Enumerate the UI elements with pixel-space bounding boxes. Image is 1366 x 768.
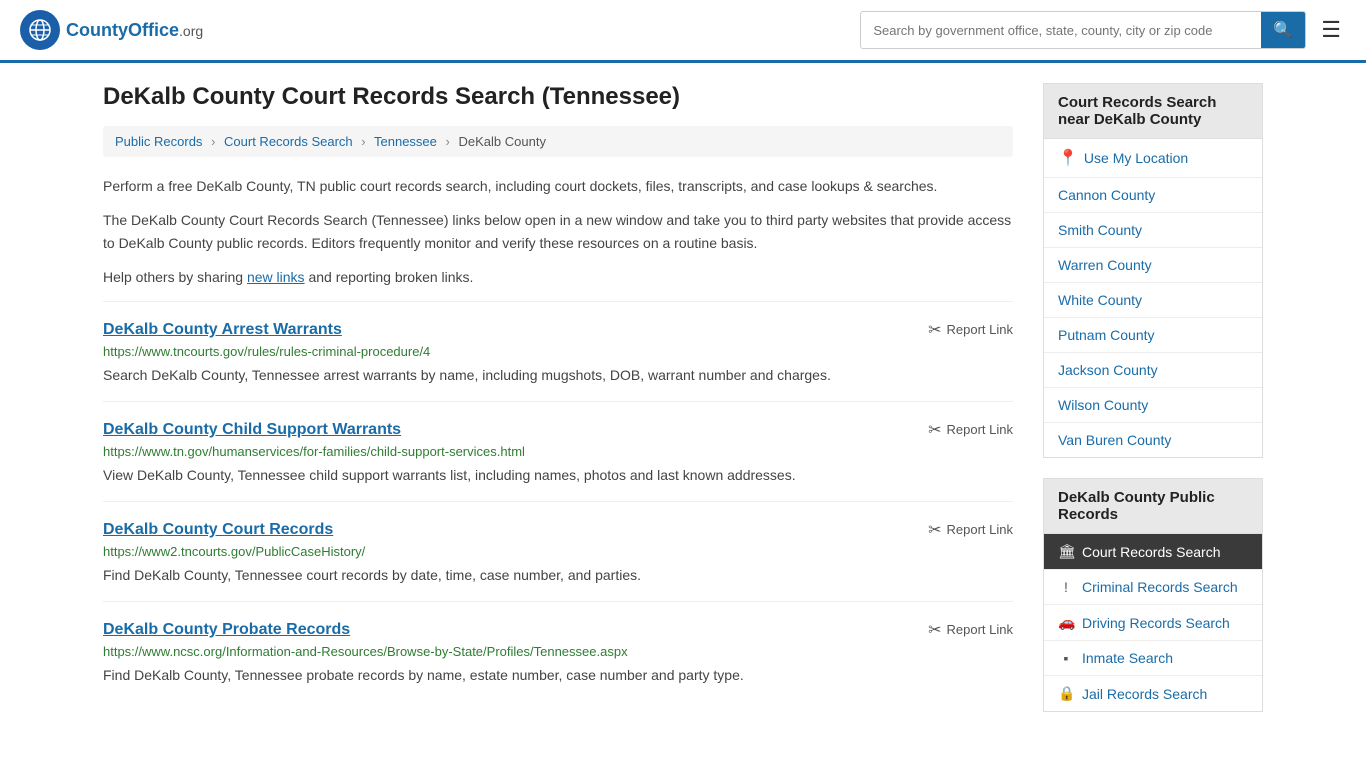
record-type-icon: 🔒 xyxy=(1058,685,1074,702)
logo-text: CountyOffice.org xyxy=(66,20,203,41)
nearby-section: Court Records Search near DeKalb County … xyxy=(1043,83,1263,458)
content-area: DeKalb County Court Records Search (Tenn… xyxy=(103,83,1013,732)
record-entry: DeKalb County Child Support Warrants ✂ R… xyxy=(103,401,1013,501)
record-description: Find DeKalb County, Tennessee probate re… xyxy=(103,665,1013,686)
report-link-button[interactable]: ✂ Report Link xyxy=(928,620,1013,640)
nearby-county-link[interactable]: Putnam County xyxy=(1058,327,1155,343)
nearby-county-item: Warren County xyxy=(1044,248,1262,283)
pin-icon: 📍 xyxy=(1058,148,1078,168)
public-record-link[interactable]: Criminal Records Search xyxy=(1082,579,1238,595)
breadcrumb-court-records-search[interactable]: Court Records Search xyxy=(224,134,353,149)
record-type-icon: 🏛 xyxy=(1058,543,1074,560)
public-record-link[interactable]: Court Records Search xyxy=(1082,544,1221,560)
description-3: Help others by sharing new links and rep… xyxy=(103,266,1013,288)
public-record-item[interactable]: ▪ Inmate Search xyxy=(1044,641,1262,676)
record-entry-header: DeKalb County Child Support Warrants ✂ R… xyxy=(103,420,1013,440)
record-type-icon: ▪ xyxy=(1058,650,1074,666)
search-input[interactable] xyxy=(861,15,1261,46)
menu-button[interactable]: ☰ xyxy=(1316,12,1346,48)
record-description: Find DeKalb County, Tennessee court reco… xyxy=(103,565,1013,586)
use-location-label: Use My Location xyxy=(1084,150,1188,166)
scissors-icon: ✂ xyxy=(928,320,941,340)
nearby-counties-list: Cannon County Smith County Warren County Wh… xyxy=(1044,178,1262,457)
nearby-county-link[interactable]: Cannon County xyxy=(1058,187,1155,203)
report-link-button[interactable]: ✂ Report Link xyxy=(928,520,1013,540)
record-entry: DeKalb County Court Records ✂ Report Lin… xyxy=(103,501,1013,601)
breadcrumb-public-records[interactable]: Public Records xyxy=(115,134,202,149)
public-record-link[interactable]: Jail Records Search xyxy=(1082,686,1207,702)
public-records-section: DeKalb County Public Records 🏛 Court Rec… xyxy=(1043,478,1263,712)
record-title[interactable]: DeKalb County Arrest Warrants xyxy=(103,321,342,339)
nearby-county-link[interactable]: Warren County xyxy=(1058,257,1152,273)
nearby-county-link[interactable]: Jackson County xyxy=(1058,362,1158,378)
record-url: https://www.ncsc.org/Information-and-Res… xyxy=(103,644,1013,659)
nearby-county-link[interactable]: Smith County xyxy=(1058,222,1142,238)
public-record-item[interactable]: 🔒 Jail Records Search xyxy=(1044,676,1262,711)
description-1: Perform a free DeKalb County, TN public … xyxy=(103,175,1013,197)
record-entry: DeKalb County Arrest Warrants ✂ Report L… xyxy=(103,301,1013,401)
logo-icon xyxy=(20,10,60,50)
record-url: https://www.tn.gov/humanservices/for-fam… xyxy=(103,444,1013,459)
record-entry-header: DeKalb County Probate Records ✂ Report L… xyxy=(103,620,1013,640)
page-title: DeKalb County Court Records Search (Tenn… xyxy=(103,83,1013,111)
nearby-county-item: Wilson County xyxy=(1044,388,1262,423)
nearby-county-item: Putnam County xyxy=(1044,318,1262,353)
record-entry: DeKalb County Probate Records ✂ Report L… xyxy=(103,601,1013,701)
nearby-county-item: Van Buren County xyxy=(1044,423,1262,457)
record-type-icon: ! xyxy=(1058,579,1074,595)
nearby-section-header: Court Records Search near DeKalb County xyxy=(1044,84,1262,139)
new-links-link[interactable]: new links xyxy=(247,269,305,285)
nearby-county-link[interactable]: White County xyxy=(1058,292,1142,308)
search-bar: 🔍 xyxy=(860,11,1306,49)
public-record-link[interactable]: Inmate Search xyxy=(1082,650,1173,666)
report-link-label: Report Link xyxy=(947,322,1013,337)
public-record-item[interactable]: 🏛 Court Records Search xyxy=(1044,534,1262,570)
record-entry-header: DeKalb County Court Records ✂ Report Lin… xyxy=(103,520,1013,540)
public-record-link[interactable]: Driving Records Search xyxy=(1082,615,1230,631)
scissors-icon: ✂ xyxy=(928,420,941,440)
report-link-label: Report Link xyxy=(947,622,1013,637)
header-right: 🔍 ☰ xyxy=(860,11,1346,49)
breadcrumb-dekalb: DeKalb County xyxy=(459,134,546,149)
report-link-label: Report Link xyxy=(947,422,1013,437)
records-container: DeKalb County Arrest Warrants ✂ Report L… xyxy=(103,301,1013,701)
record-title[interactable]: DeKalb County Probate Records xyxy=(103,621,350,639)
nearby-county-link[interactable]: Van Buren County xyxy=(1058,432,1171,448)
search-button[interactable]: 🔍 xyxy=(1261,12,1305,48)
main-wrapper: DeKalb County Court Records Search (Tenn… xyxy=(83,63,1283,752)
public-record-item[interactable]: 🚗 Driving Records Search xyxy=(1044,605,1262,641)
site-header: CountyOffice.org 🔍 ☰ xyxy=(0,0,1366,63)
sidebar: Court Records Search near DeKalb County … xyxy=(1043,83,1263,732)
breadcrumb: Public Records › Court Records Search › … xyxy=(103,126,1013,157)
nearby-county-item: Smith County xyxy=(1044,213,1262,248)
nearby-county-item: White County xyxy=(1044,283,1262,318)
use-location-item[interactable]: 📍 Use My Location xyxy=(1044,139,1262,178)
logo-area: CountyOffice.org xyxy=(20,10,203,50)
record-url: https://www.tncourts.gov/rules/rules-cri… xyxy=(103,344,1013,359)
record-type-icon: 🚗 xyxy=(1058,614,1074,631)
record-title[interactable]: DeKalb County Court Records xyxy=(103,521,333,539)
record-title[interactable]: DeKalb County Child Support Warrants xyxy=(103,421,401,439)
report-link-button[interactable]: ✂ Report Link xyxy=(928,420,1013,440)
scissors-icon: ✂ xyxy=(928,620,941,640)
record-url: https://www2.tncourts.gov/PublicCaseHist… xyxy=(103,544,1013,559)
breadcrumb-tennessee[interactable]: Tennessee xyxy=(374,134,437,149)
report-link-label: Report Link xyxy=(947,522,1013,537)
scissors-icon: ✂ xyxy=(928,520,941,540)
nearby-county-item: Jackson County xyxy=(1044,353,1262,388)
record-description: View DeKalb County, Tennessee child supp… xyxy=(103,465,1013,486)
report-link-button[interactable]: ✂ Report Link xyxy=(928,320,1013,340)
nearby-county-item: Cannon County xyxy=(1044,178,1262,213)
description-2: The DeKalb County Court Records Search (… xyxy=(103,209,1013,254)
record-description: Search DeKalb County, Tennessee arrest w… xyxy=(103,365,1013,386)
nearby-county-link[interactable]: Wilson County xyxy=(1058,397,1148,413)
public-records-list: 🏛 Court Records Search ! Criminal Record… xyxy=(1044,534,1262,711)
public-records-header: DeKalb County Public Records xyxy=(1044,479,1262,534)
public-record-item[interactable]: ! Criminal Records Search xyxy=(1044,570,1262,605)
record-entry-header: DeKalb County Arrest Warrants ✂ Report L… xyxy=(103,320,1013,340)
